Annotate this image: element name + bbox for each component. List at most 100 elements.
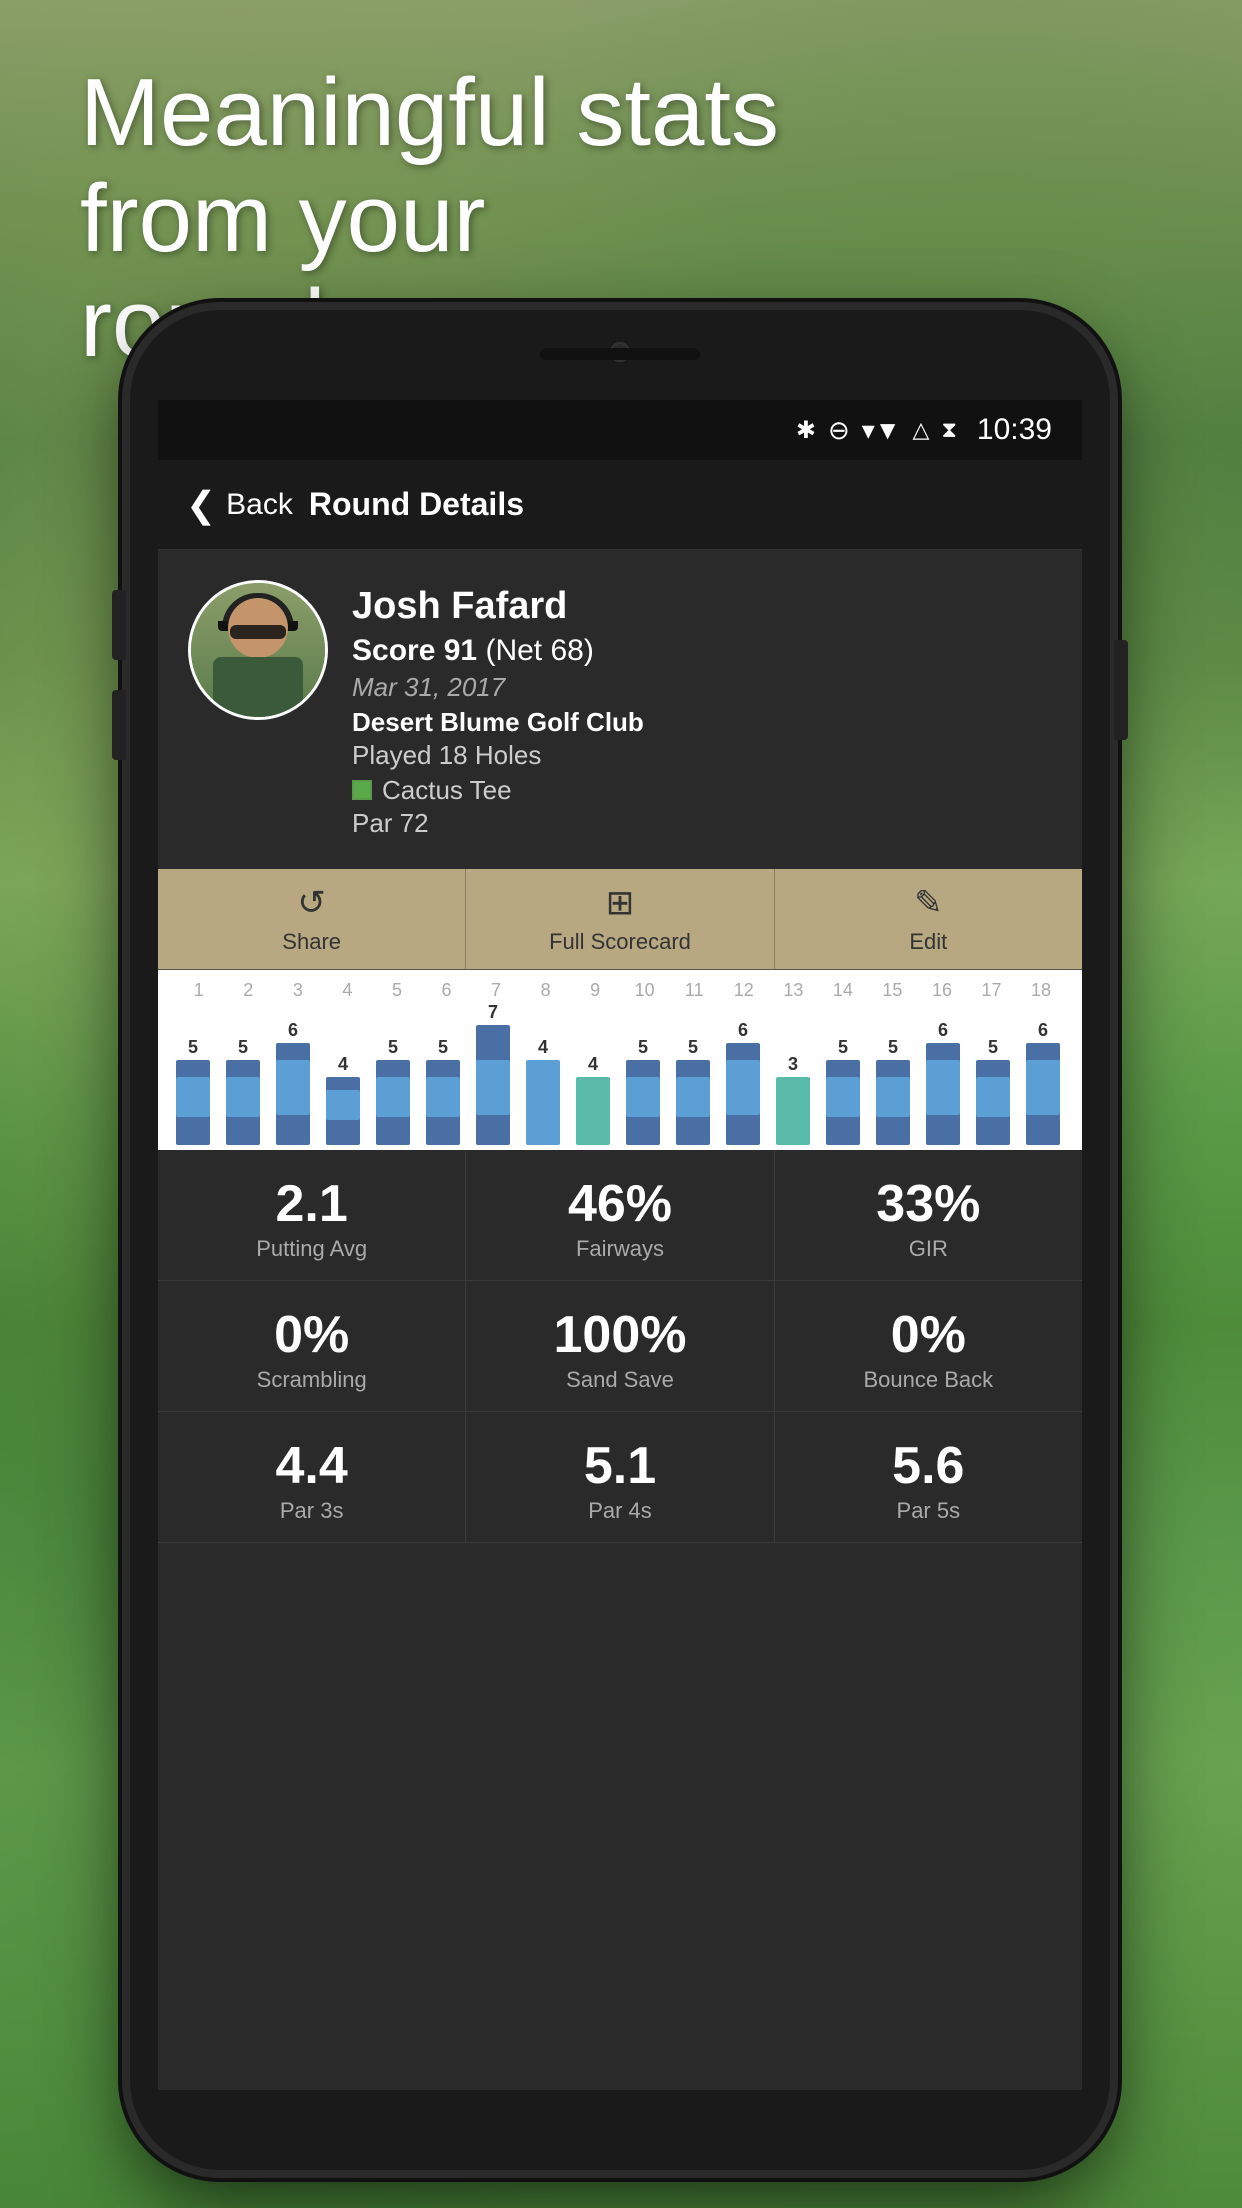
bar-hole-14-overlay	[826, 1077, 860, 1117]
stats-row-1: 2.1 Putting Avg 46% Fairways 33% GIR	[158, 1150, 1082, 1281]
nav-bar: ❮ Back Round Details	[158, 460, 1082, 550]
page-title: Round Details	[309, 486, 524, 523]
alarm-icon: ⧗	[941, 417, 956, 443]
score-net: (Net 68)	[485, 634, 593, 667]
profile-info: Josh Fafard Score 91 (Net 68) Mar 31, 20…	[352, 580, 1052, 839]
do-not-disturb-icon: ⊖	[828, 415, 850, 446]
tee-color-indicator	[352, 780, 372, 800]
bar-hole-6-overlay	[426, 1077, 460, 1117]
bar-hole-7-overlay	[476, 1060, 510, 1115]
stat-par3s: 4.4 Par 3s	[158, 1412, 466, 1542]
hole-num-7: 7	[476, 980, 516, 1001]
avatar-glasses	[230, 625, 286, 639]
bar-hole-9-main	[576, 1077, 610, 1145]
volume-up-button[interactable]	[112, 590, 126, 660]
tee-row: Cactus Tee	[352, 775, 1052, 806]
action-bar: ↺ Share ⊞ Full Scorecard ✎ Edit	[158, 869, 1082, 970]
hole-num-1: 1	[179, 980, 219, 1001]
stat-par5s: 5.6 Par 5s	[775, 1412, 1082, 1542]
scorecard-label: Full Scorecard	[549, 929, 691, 955]
full-scorecard-button[interactable]: ⊞ Full Scorecard	[466, 869, 774, 969]
phone-speaker	[540, 348, 700, 360]
putting-avg-label: Putting Avg	[256, 1236, 367, 1262]
bar-hole-11-overlay	[676, 1077, 710, 1117]
bar-hole-1-overlay	[176, 1077, 210, 1117]
bar-label-17: 5	[988, 1037, 998, 1057]
edit-button[interactable]: ✎ Edit	[775, 869, 1082, 969]
avatar-body	[213, 657, 303, 717]
hole-num-9: 9	[575, 980, 615, 1001]
bar-label-1: 5	[188, 1037, 198, 1057]
phone-device: ✱ ⊖ ▾▼ △ ⧗ 10:39 ❮ Back Round Details	[130, 310, 1110, 2170]
stat-scrambling: 0% Scrambling	[158, 1281, 466, 1411]
profile-score: Score 91 (Net 68)	[352, 634, 1052, 668]
par4s-value: 5.1	[584, 1440, 656, 1492]
bar-hole-8-main	[526, 1060, 560, 1145]
stats-row-3: 4.4 Par 3s 5.1 Par 4s 5.6 Par 5s	[158, 1412, 1082, 1543]
bar-hole-16-overlay	[926, 1060, 960, 1115]
bar-label-13: 3	[788, 1054, 798, 1074]
bar-hole-5-overlay	[376, 1077, 410, 1117]
putting-avg-value: 2.1	[276, 1178, 348, 1230]
sand-save-label: Sand Save	[566, 1367, 674, 1393]
par3s-value: 4.4	[276, 1440, 348, 1492]
bar-hole-3-overlay	[276, 1060, 310, 1115]
stats-grid: 2.1 Putting Avg 46% Fairways 33% GIR 0% …	[158, 1150, 1082, 2090]
bar-label-10: 5	[638, 1037, 648, 1057]
hole-num-15: 15	[872, 980, 912, 1001]
bar-label-11: 5	[688, 1037, 698, 1057]
fairways-label: Fairways	[576, 1236, 664, 1262]
hole-num-13: 13	[773, 980, 813, 1001]
volume-down-button[interactable]	[112, 690, 126, 760]
bar-label-2: 5	[238, 1037, 248, 1057]
score-chart: 1 2 3 4 5 6 7 8 9 10 11 12 13 14 15 16 1…	[158, 970, 1082, 1150]
hole-num-17: 17	[972, 980, 1012, 1001]
score-label: Score	[352, 634, 435, 667]
bar-label-8: 4	[538, 1037, 548, 1057]
share-label: Share	[282, 929, 341, 955]
fairways-value: 46%	[568, 1178, 672, 1230]
profile-club: Desert Blume Golf Club	[352, 707, 1052, 738]
hole-num-2: 2	[228, 980, 268, 1001]
scorecard-icon: ⊞	[606, 883, 635, 923]
back-label: Back	[226, 488, 293, 522]
profile-date: Mar 31, 2017	[352, 672, 1052, 703]
hole-num-12: 12	[724, 980, 764, 1001]
profile-section: Josh Fafard Score 91 (Net 68) Mar 31, 20…	[158, 550, 1082, 869]
bar-hole-13-main	[776, 1077, 810, 1145]
share-button[interactable]: ↺ Share	[158, 869, 466, 969]
power-button[interactable]	[1114, 640, 1128, 740]
back-button[interactable]: ❮ Back	[186, 487, 293, 523]
profile-par: Par 72	[352, 808, 1052, 839]
stat-fairways: 46% Fairways	[466, 1150, 774, 1280]
bar-chart-svg: 5 5 6 4 5 5	[174, 1005, 1082, 1145]
profile-name: Josh Fafard	[352, 584, 1052, 630]
bar-label-7: 7	[488, 1005, 498, 1022]
avatar	[188, 580, 328, 720]
hole-num-10: 10	[625, 980, 665, 1001]
bar-label-9: 4	[588, 1054, 598, 1074]
hole-num-18: 18	[1021, 980, 1061, 1001]
hole-num-8: 8	[526, 980, 566, 1001]
bar-hole-12-overlay	[726, 1060, 760, 1115]
stat-bounce-back: 0% Bounce Back	[775, 1281, 1082, 1411]
gir-value: 33%	[876, 1178, 980, 1230]
bar-hole-2-overlay	[226, 1077, 260, 1117]
hole-num-3: 3	[278, 980, 318, 1001]
phone-screen: ✱ ⊖ ▾▼ △ ⧗ 10:39 ❮ Back Round Details	[158, 400, 1082, 2090]
back-chevron-icon: ❮	[186, 487, 216, 523]
hole-num-6: 6	[427, 980, 467, 1001]
par5s-label: Par 5s	[897, 1498, 961, 1524]
sand-save-value: 100%	[553, 1309, 686, 1361]
bar-label-14: 5	[838, 1037, 848, 1057]
bar-hole-10-overlay	[626, 1077, 660, 1117]
hole-num-16: 16	[922, 980, 962, 1001]
stat-sand-save: 100% Sand Save	[466, 1281, 774, 1411]
hero-line1: Meaningful stats	[80, 60, 780, 166]
bar-hole-4-overlay	[326, 1090, 360, 1120]
stats-row-2: 0% Scrambling 100% Sand Save 0% Bounce B…	[158, 1281, 1082, 1412]
bar-label-16: 6	[938, 1020, 948, 1040]
bar-label-12: 6	[738, 1020, 748, 1040]
scrambling-value: 0%	[274, 1309, 349, 1361]
bluetooth-icon: ✱	[796, 416, 816, 445]
